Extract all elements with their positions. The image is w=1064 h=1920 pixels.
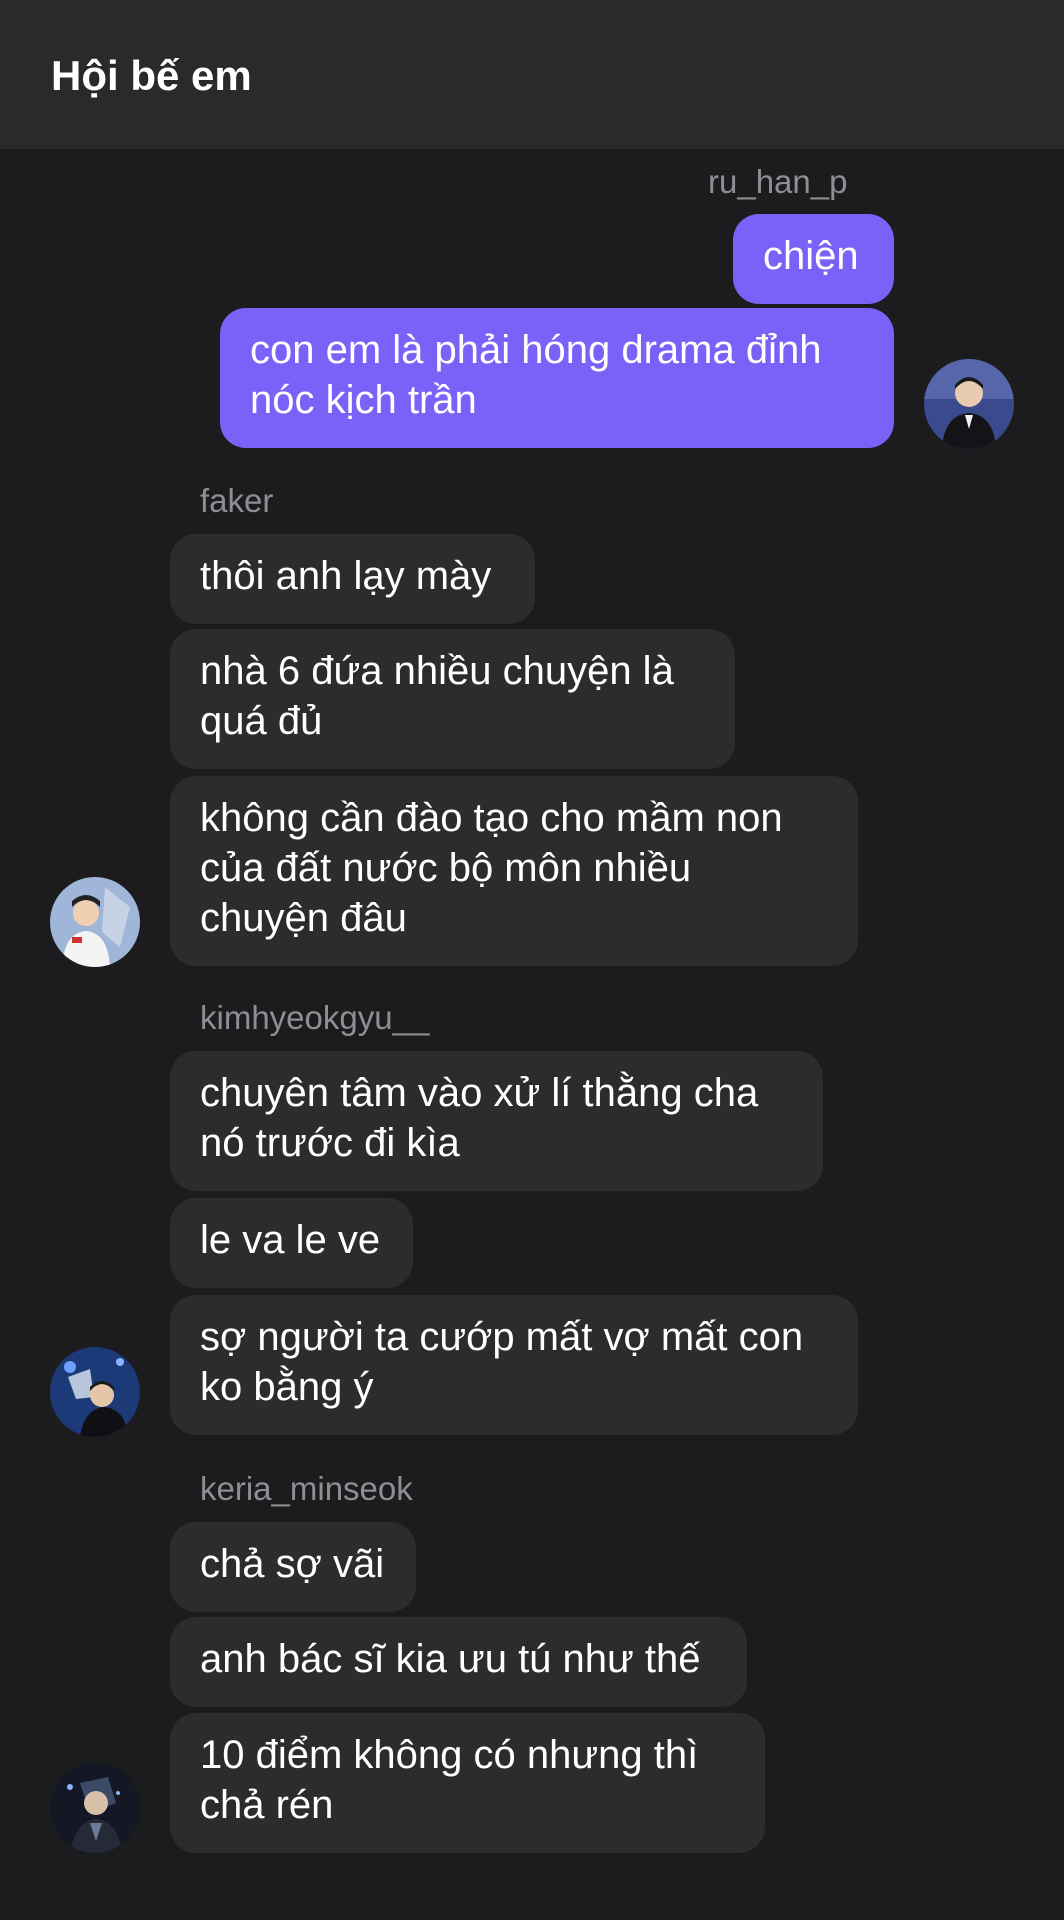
message-bubble[interactable]: 10 điểm không có nhưng thì chả rén — [170, 1713, 765, 1853]
message-bubble[interactable]: chả sợ vãi — [170, 1522, 416, 1612]
message-bubble[interactable]: le va le ve — [170, 1198, 413, 1288]
chat-header: Hội bế em — [0, 0, 1064, 149]
chat-title: Hội bế em — [51, 52, 252, 99]
avatar[interactable] — [50, 1763, 140, 1853]
message-bubble[interactable]: nhà 6 đứa nhiều chuyện là quá đủ — [170, 629, 735, 769]
message-bubble[interactable]: thôi anh lạy mày — [170, 534, 535, 624]
message-bubble[interactable]: con em là phải hóng drama đỉnh nóc kịch … — [220, 308, 894, 448]
message-bubble[interactable]: không cần đào tạo cho mầm non của đất nư… — [170, 776, 858, 966]
avatar[interactable] — [50, 1347, 140, 1437]
message-bubble[interactable]: anh bác sĩ kia ưu tú như thế — [170, 1617, 747, 1707]
message-bubble[interactable]: chuyên tâm vào xử lí thằng cha nó trước … — [170, 1051, 823, 1191]
message-bubble[interactable]: sợ người ta cướp mất vợ mất con ko bằng … — [170, 1295, 858, 1435]
sender-name: kimhyeokgyu__ — [200, 999, 430, 1036]
message-list[interactable]: ru_han_p chiện con em là phải hóng drama… — [0, 149, 1064, 1920]
sender-name: ru_han_p — [708, 163, 848, 200]
avatar[interactable] — [924, 359, 1014, 449]
sender-name: faker — [200, 482, 274, 519]
sender-name: keria_minseok — [200, 1470, 413, 1507]
avatar[interactable] — [50, 877, 140, 967]
message-bubble[interactable]: chiện — [733, 214, 894, 304]
